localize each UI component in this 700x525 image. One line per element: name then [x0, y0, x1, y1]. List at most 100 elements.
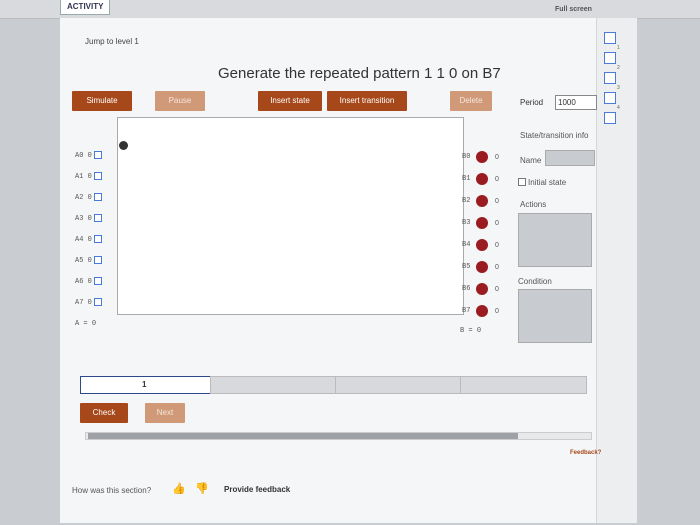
input-row-a4: A4 0	[75, 235, 102, 244]
input-value: 0	[87, 172, 92, 181]
check-button[interactable]: Check	[80, 403, 128, 423]
output-summary: B = 0	[460, 327, 481, 335]
output-label-b7: B7	[462, 307, 471, 315]
initial-state-marker	[119, 141, 128, 150]
input-row-a0: A0 0	[75, 151, 102, 160]
input-row-a2: A2 0	[75, 193, 102, 202]
input-toggle-a7[interactable]	[93, 298, 102, 306]
input-label: A6	[75, 277, 84, 286]
input-toggle-a1[interactable]	[93, 172, 102, 180]
actions-textarea[interactable]	[518, 213, 592, 267]
input-value: 0	[87, 193, 92, 202]
output-value-b4: 0	[495, 242, 499, 249]
input-row-a6: A6 0	[75, 277, 102, 286]
level-sidebar	[596, 18, 637, 523]
summary-label: B	[460, 327, 465, 335]
input-value: 0	[87, 277, 92, 286]
info-title: State/transition info	[520, 131, 589, 140]
input-row-a1: A1 0	[75, 172, 102, 181]
input-value: 0	[87, 214, 92, 223]
level-box-2[interactable]	[210, 376, 337, 394]
browser-tabstrip: ACTIVITY Full screen	[0, 0, 700, 19]
actions-label: Actions	[520, 200, 547, 209]
activity-tab[interactable]: ACTIVITY	[60, 0, 111, 15]
delete-button[interactable]: Delete	[450, 91, 492, 111]
input-value: 0	[87, 256, 92, 265]
output-led-b4	[476, 239, 488, 251]
input-label: A2	[75, 193, 84, 202]
summary-eq: =	[468, 327, 473, 335]
output-label-b4: B4	[462, 241, 471, 249]
provide-feedback-link[interactable]: Provide feedback	[224, 485, 290, 494]
input-label: A0	[75, 151, 84, 160]
name-label: Name	[520, 156, 542, 165]
condition-label: Condition	[518, 277, 552, 286]
pause-button[interactable]: Pause	[155, 91, 205, 111]
level-box-4[interactable]	[460, 376, 587, 394]
period-label: Period	[520, 98, 544, 107]
output-led-b0	[476, 151, 488, 163]
output-label-b6: B6	[462, 285, 471, 293]
level-box-3[interactable]	[335, 376, 462, 394]
thumbs-down-icon[interactable]: 👎	[195, 482, 209, 495]
output-value-b1: 0	[495, 176, 499, 183]
output-label-b3: B3	[462, 219, 471, 227]
level-square-3[interactable]	[604, 92, 616, 104]
output-value-b0: 0	[495, 154, 499, 161]
level-square-0[interactable]	[604, 32, 616, 44]
level-square-2[interactable]	[604, 72, 616, 84]
output-value-b7: 0	[495, 308, 499, 315]
condition-textarea[interactable]	[518, 289, 592, 343]
input-value: 0	[87, 298, 92, 307]
input-value: 0	[87, 151, 92, 160]
state-name-input[interactable]	[545, 150, 595, 166]
output-value-b2: 0	[495, 198, 499, 205]
next-button[interactable]: Next	[145, 403, 185, 423]
output-label-b2: B2	[462, 197, 471, 205]
input-value: 0	[87, 235, 92, 244]
output-led-b7	[476, 305, 488, 317]
jump-to-level[interactable]: Jump to level 1	[85, 37, 139, 46]
summary-label: A	[75, 320, 80, 328]
horizontal-scrollbar[interactable]	[85, 432, 592, 440]
level-square-number: 1	[617, 45, 620, 51]
level-square-number: 4	[617, 105, 620, 111]
output-led-b6	[476, 283, 488, 295]
input-toggle-a2[interactable]	[93, 193, 102, 201]
insert-state-button[interactable]: Insert state	[258, 91, 322, 111]
level-square-1[interactable]	[604, 52, 616, 64]
input-toggle-a6[interactable]	[93, 277, 102, 285]
input-toggle-a3[interactable]	[93, 214, 102, 222]
period-input[interactable]: 1000	[555, 95, 597, 110]
output-led-b1	[476, 173, 488, 185]
input-toggle-a0[interactable]	[93, 151, 102, 159]
level-square-4[interactable]	[604, 112, 616, 124]
level-square-number: 2	[617, 65, 620, 71]
thumbs-up-icon[interactable]: 👍	[172, 482, 186, 495]
output-value-b6: 0	[495, 286, 499, 293]
how-was-section-text: How was this section?	[72, 486, 152, 495]
input-toggle-a5[interactable]	[93, 256, 102, 264]
insert-transition-button[interactable]: Insert transition	[327, 91, 407, 111]
output-label-b5: B5	[462, 263, 471, 271]
scrollbar-thumb[interactable]	[88, 433, 518, 439]
output-led-b2	[476, 195, 488, 207]
input-toggle-a4[interactable]	[93, 235, 102, 243]
level-square-number: 3	[617, 85, 620, 91]
fullscreen-link[interactable]: Full screen	[555, 6, 592, 13]
input-label: A5	[75, 256, 84, 265]
output-led-b3	[476, 217, 488, 229]
input-row-a3: A3 0	[75, 214, 102, 223]
initial-state-checkbox[interactable]	[518, 178, 526, 186]
input-label: A1	[75, 172, 84, 181]
state-diagram-canvas[interactable]	[117, 117, 464, 315]
output-led-b5	[476, 261, 488, 273]
feedback-link[interactable]: Feedback?	[570, 450, 601, 456]
simulate-button[interactable]: Simulate	[72, 91, 132, 111]
input-summary: A = 0	[75, 320, 96, 328]
input-row-a7: A7 0	[75, 298, 102, 307]
initial-state-label: Initial state	[528, 178, 567, 187]
page-title: Generate the repeated pattern 1 1 0 on B…	[218, 65, 501, 82]
output-label-b0: B0	[462, 153, 471, 161]
output-value-b3: 0	[495, 220, 499, 227]
